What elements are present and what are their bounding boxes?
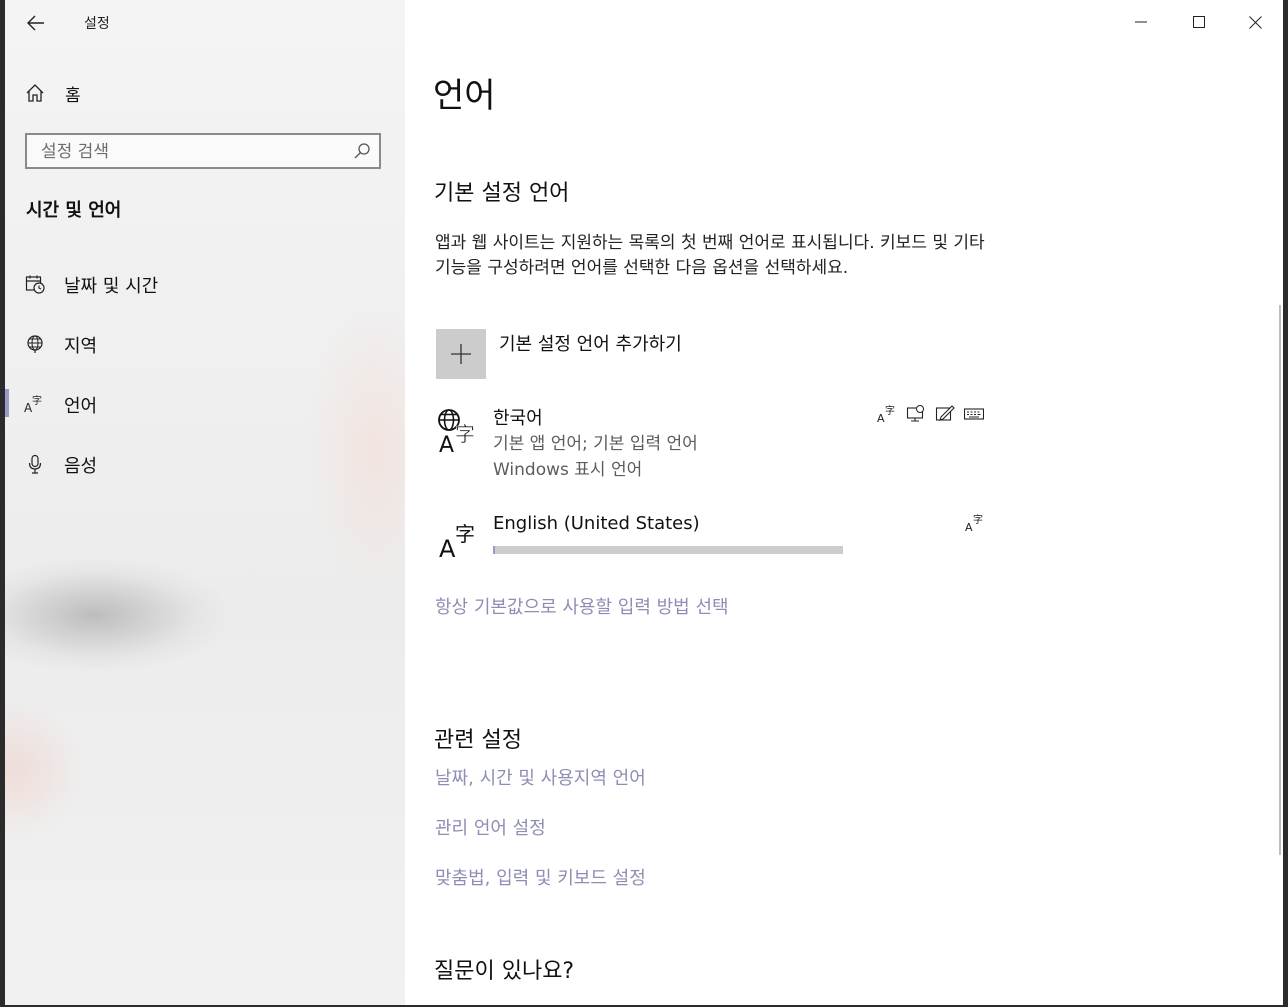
home-label: 홈 [65,85,81,106]
sidebar-item-language[interactable]: A 字 언어 [5,383,405,423]
search-icon[interactable] [353,142,371,160]
language-features: A 字 [965,513,985,535]
sidebar-item-label: 날짜 및 시간 [64,276,159,297]
svg-text:字: 字 [455,522,475,546]
svg-text:A: A [439,535,456,563]
preferred-languages-heading: 기본 설정 언어 [434,181,570,206]
sidebar-item-region[interactable]: 지역 [5,323,405,363]
home-icon [26,84,44,102]
microphone-icon [24,453,46,475]
minimize-icon [1135,21,1147,23]
globe-region-icon [24,333,46,355]
language-detail: 기본 앱 언어; 기본 입력 언어 [493,434,698,454]
language-download-progress [493,546,843,554]
add-language-label: 기본 설정 언어 추가하기 [499,334,682,355]
language-pack-icon: A 字 [877,404,895,424]
handwriting-icon [935,405,955,421]
maximize-button[interactable] [1171,0,1227,44]
related-link-admin-language[interactable]: 관리 언어 설정 [435,814,546,840]
speech-icon [906,405,924,422]
search-box[interactable] [25,133,381,169]
back-arrow-icon [27,15,44,31]
language-detail: Windows 표시 언어 [493,460,643,480]
minimize-button[interactable] [1113,0,1169,44]
home-button[interactable]: 홈 [25,78,81,108]
sidebar-item-date-time[interactable]: 날짜 및 시간 [5,263,405,303]
add-language-button[interactable]: 기본 설정 언어 추가하기 [436,329,682,379]
svg-text:A: A [965,521,973,533]
language-features: A 字 [877,404,984,426]
svg-text:字: 字 [973,513,983,526]
close-icon [1248,15,1262,29]
sidebar-item-label: 음성 [64,456,98,477]
related-link-spelling-typing-keyboard[interactable]: 맞춤법, 입력 및 키보드 설정 [435,864,646,890]
svg-text:字: 字 [32,394,42,407]
language-pack-icon: A 字 [439,522,475,563]
svg-text:字: 字 [455,422,475,446]
section-title: 시간 및 언어 [26,200,122,221]
preferred-languages-description: 앱과 웹 사이트는 지원하는 목록의 첫 번째 언어로 표시됩니다. 키보드 및… [435,233,985,278]
calendar-clock-icon [24,273,46,295]
language-globe-icon: A 字 [438,409,475,454]
page-title: 언어 [433,76,496,116]
back-button[interactable] [21,8,51,38]
language-item-korean[interactable]: A 字 한국어 기본 앱 언어; 기본 입력 언어 Windows 표시 언어 … [435,404,995,482]
sidebar: 설정 홈 시간 및 언어 날짜 및 [5,0,405,1005]
svg-text:字: 字 [885,404,895,417]
language-name: 한국어 [493,408,543,429]
related-settings-heading: 관련 설정 [434,728,522,753]
progress-fill [493,546,496,554]
questions-heading: 질문이 있나요? [434,959,575,984]
close-button[interactable] [1227,0,1283,44]
language-pack-icon: A 字 [965,513,983,533]
language-icon: A 字 [24,393,46,415]
keyboard-icon [964,408,984,420]
svg-text:A: A [439,433,454,454]
app-title: 설정 [84,16,110,32]
language-name: English (United States) [493,513,700,534]
sidebar-item-label: 지역 [64,336,98,357]
sidebar-item-label: 언어 [64,396,98,417]
language-item-english[interactable]: A 字 English (United States) A 字 [435,513,995,563]
main-content: 언어 기본 설정 언어 앱과 웹 사이트는 지원하는 목록의 첫 번째 언어로 … [405,0,1283,1005]
search-input[interactable] [39,139,343,165]
plus-icon [436,329,486,379]
settings-window: 설정 홈 시간 및 언어 날짜 및 [5,0,1283,1005]
svg-text:A: A [877,412,885,424]
scrollbar[interactable] [1279,305,1281,855]
related-link-date-time-region[interactable]: 날짜, 시간 및 사용지역 언어 [435,764,646,790]
sidebar-item-speech[interactable]: 음성 [5,443,405,483]
maximize-icon [1193,16,1205,28]
default-input-method-link[interactable]: 항상 기본값으로 사용할 입력 방법 선택 [435,593,729,619]
